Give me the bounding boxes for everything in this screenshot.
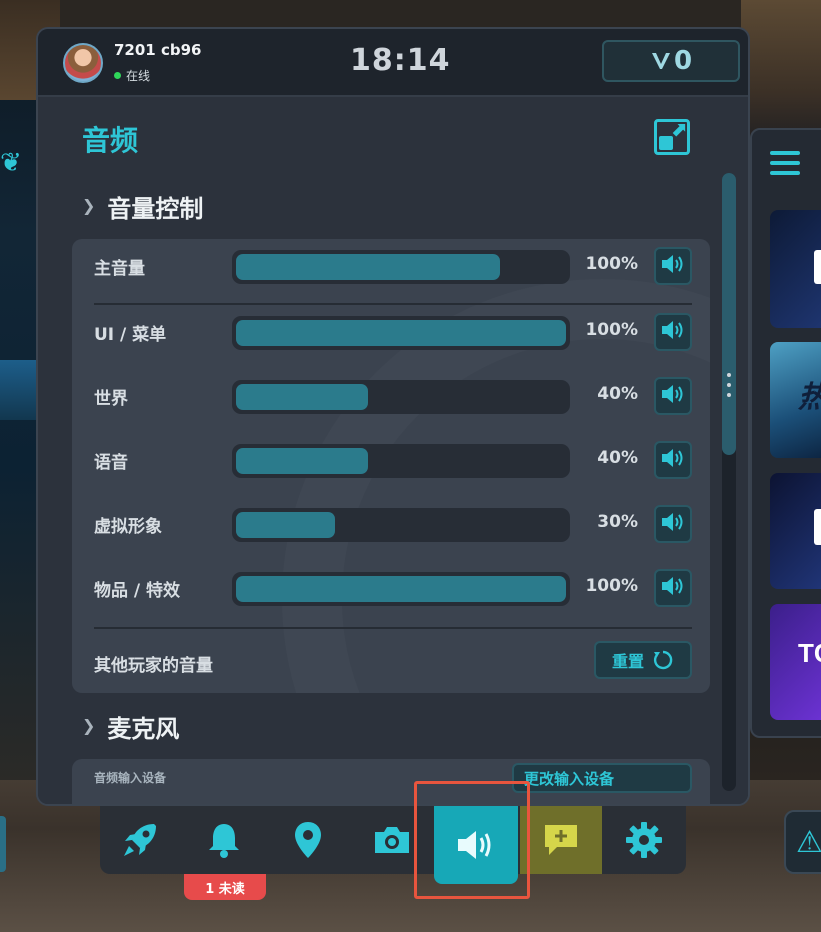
reset-button[interactable]: 重置 <box>594 641 692 679</box>
panel-body: 音频 ❯ 音量控制 其他玩家的音量 重置 主音量 100% UI / 菜单 100% 世… <box>38 97 748 804</box>
launch-button[interactable] <box>100 806 180 874</box>
volume-slider[interactable] <box>232 444 570 478</box>
volume-slider[interactable] <box>232 572 570 606</box>
gear-icon <box>626 822 662 858</box>
volume-slider[interactable] <box>232 508 570 542</box>
side-card-text: TC <box>798 638 821 668</box>
side-card[interactable] <box>770 210 821 328</box>
bell-icon <box>209 824 239 858</box>
currency-value: 0 <box>673 46 693 76</box>
volume-row-label: UI / 菜单 <box>94 325 167 345</box>
mute-button[interactable] <box>654 569 692 607</box>
volume-slider[interactable] <box>232 250 570 284</box>
input-device-select[interactable]: 更改输入设备 <box>512 763 692 793</box>
highlight-box <box>414 781 530 899</box>
panel-header: 7201 cb96 在线 18:14 0 <box>38 29 748 97</box>
volume-row: 语音 40% <box>72 435 710 483</box>
volume-row: 主音量 100% <box>72 241 710 289</box>
mute-button[interactable] <box>654 313 692 351</box>
volume-value: 100% <box>585 576 638 596</box>
notifications-button[interactable] <box>184 806 264 874</box>
user-status: 在线 <box>114 67 150 84</box>
volume-row-label: 虚拟形象 <box>94 517 162 537</box>
settings-button[interactable] <box>604 806 684 874</box>
audio-settings-panel: 7201 cb96 在线 18:14 0 音频 ❯ 音量控制 其他玩家的音量 重… <box>36 27 750 806</box>
volume-value: 40% <box>597 448 638 468</box>
clock: 18:14 <box>350 43 451 78</box>
mic-section-title: 麦克风 <box>107 715 180 743</box>
map-pin-icon <box>295 822 321 858</box>
left-glow <box>0 360 40 420</box>
volume-row: UI / 菜单 100% <box>72 307 710 355</box>
volume-value: 40% <box>597 384 638 404</box>
volume-row-label: 语音 <box>94 453 128 473</box>
volume-slider-fill <box>236 512 335 538</box>
expand-icon[interactable] <box>654 117 690 155</box>
currency-button[interactable]: 0 <box>602 40 740 82</box>
chevron-down-icon: ❯ <box>82 716 96 735</box>
resize-grip[interactable] <box>726 373 732 397</box>
notification-badge: 1 未读 <box>184 874 266 900</box>
page-title: 音频 <box>82 124 139 157</box>
side-card[interactable]: TC <box>770 604 821 720</box>
speaker-icon <box>660 383 686 409</box>
divider <box>94 303 692 305</box>
volume-card: 其他玩家的音量 重置 主音量 100% UI / 菜单 100% 世界 40% 语音 40% 虚… <box>72 239 710 693</box>
volume-row: 物品 / 特效 100% <box>72 563 710 611</box>
mute-button[interactable] <box>654 377 692 415</box>
input-device-label: 音频输入设备 <box>94 771 167 785</box>
mute-button[interactable] <box>654 441 692 479</box>
warning-button[interactable]: ⚠ <box>784 810 821 874</box>
volume-value: 100% <box>585 254 638 274</box>
volume-value: 100% <box>585 320 638 340</box>
volume-row: 世界 40% <box>72 371 710 419</box>
side-card[interactable]: 热 <box>770 342 821 458</box>
volume-slider-fill <box>236 384 368 410</box>
user-name: 7201 cb96 <box>114 41 202 59</box>
speaker-icon <box>660 575 686 601</box>
volume-slider-fill <box>236 448 368 474</box>
volume-row-label: 物品 / 特效 <box>94 581 181 601</box>
speaker-icon <box>660 447 686 473</box>
speaker-icon <box>660 253 686 279</box>
volume-slider[interactable] <box>232 316 570 350</box>
camera-icon <box>375 827 409 853</box>
mic-card: 音频输入设备 更改输入设备 <box>72 759 710 804</box>
menu-icon[interactable] <box>770 143 802 183</box>
mic-section-header[interactable]: ❯ 麦克风 <box>82 709 179 744</box>
volume-row-label: 主音量 <box>94 259 145 279</box>
volume-value: 30% <box>597 512 638 532</box>
online-dot-icon <box>114 72 121 79</box>
volume-slider-fill <box>236 254 500 280</box>
status-text: 在线 <box>126 69 151 83</box>
left-edge-button[interactable] <box>0 816 6 872</box>
bird-icon: ❦ <box>0 148 22 178</box>
chevron-down-icon: ❯ <box>82 196 96 215</box>
speaker-icon <box>660 319 686 345</box>
emote-button[interactable] <box>520 806 602 874</box>
avatar[interactable] <box>63 43 103 83</box>
side-card[interactable] <box>770 473 821 589</box>
mute-button[interactable] <box>654 505 692 543</box>
volume-slider-fill <box>236 320 566 346</box>
mute-button[interactable] <box>654 247 692 285</box>
volume-section-header[interactable]: ❯ 音量控制 <box>82 189 203 224</box>
warning-icon: ⚠ <box>796 824 821 860</box>
vbucks-icon <box>651 53 670 69</box>
rocket-icon <box>124 824 156 856</box>
volume-row-label: 世界 <box>94 389 128 409</box>
side-card-text: 热 <box>798 372 821 416</box>
volume-row: 虚拟形象 30% <box>72 499 710 547</box>
volume-section-title: 音量控制 <box>107 195 204 223</box>
volume-slider-fill <box>236 576 566 602</box>
volume-slider[interactable] <box>232 380 570 414</box>
reset-label: 重置 <box>611 652 644 671</box>
scrollbar-thumb[interactable] <box>722 173 736 455</box>
refresh-icon <box>653 650 673 670</box>
speaker-icon <box>660 511 686 537</box>
chat-plus-icon <box>545 825 577 855</box>
divider <box>94 627 692 629</box>
others-volume-label: 其他玩家的音量 <box>94 656 213 676</box>
location-button[interactable] <box>268 806 348 874</box>
